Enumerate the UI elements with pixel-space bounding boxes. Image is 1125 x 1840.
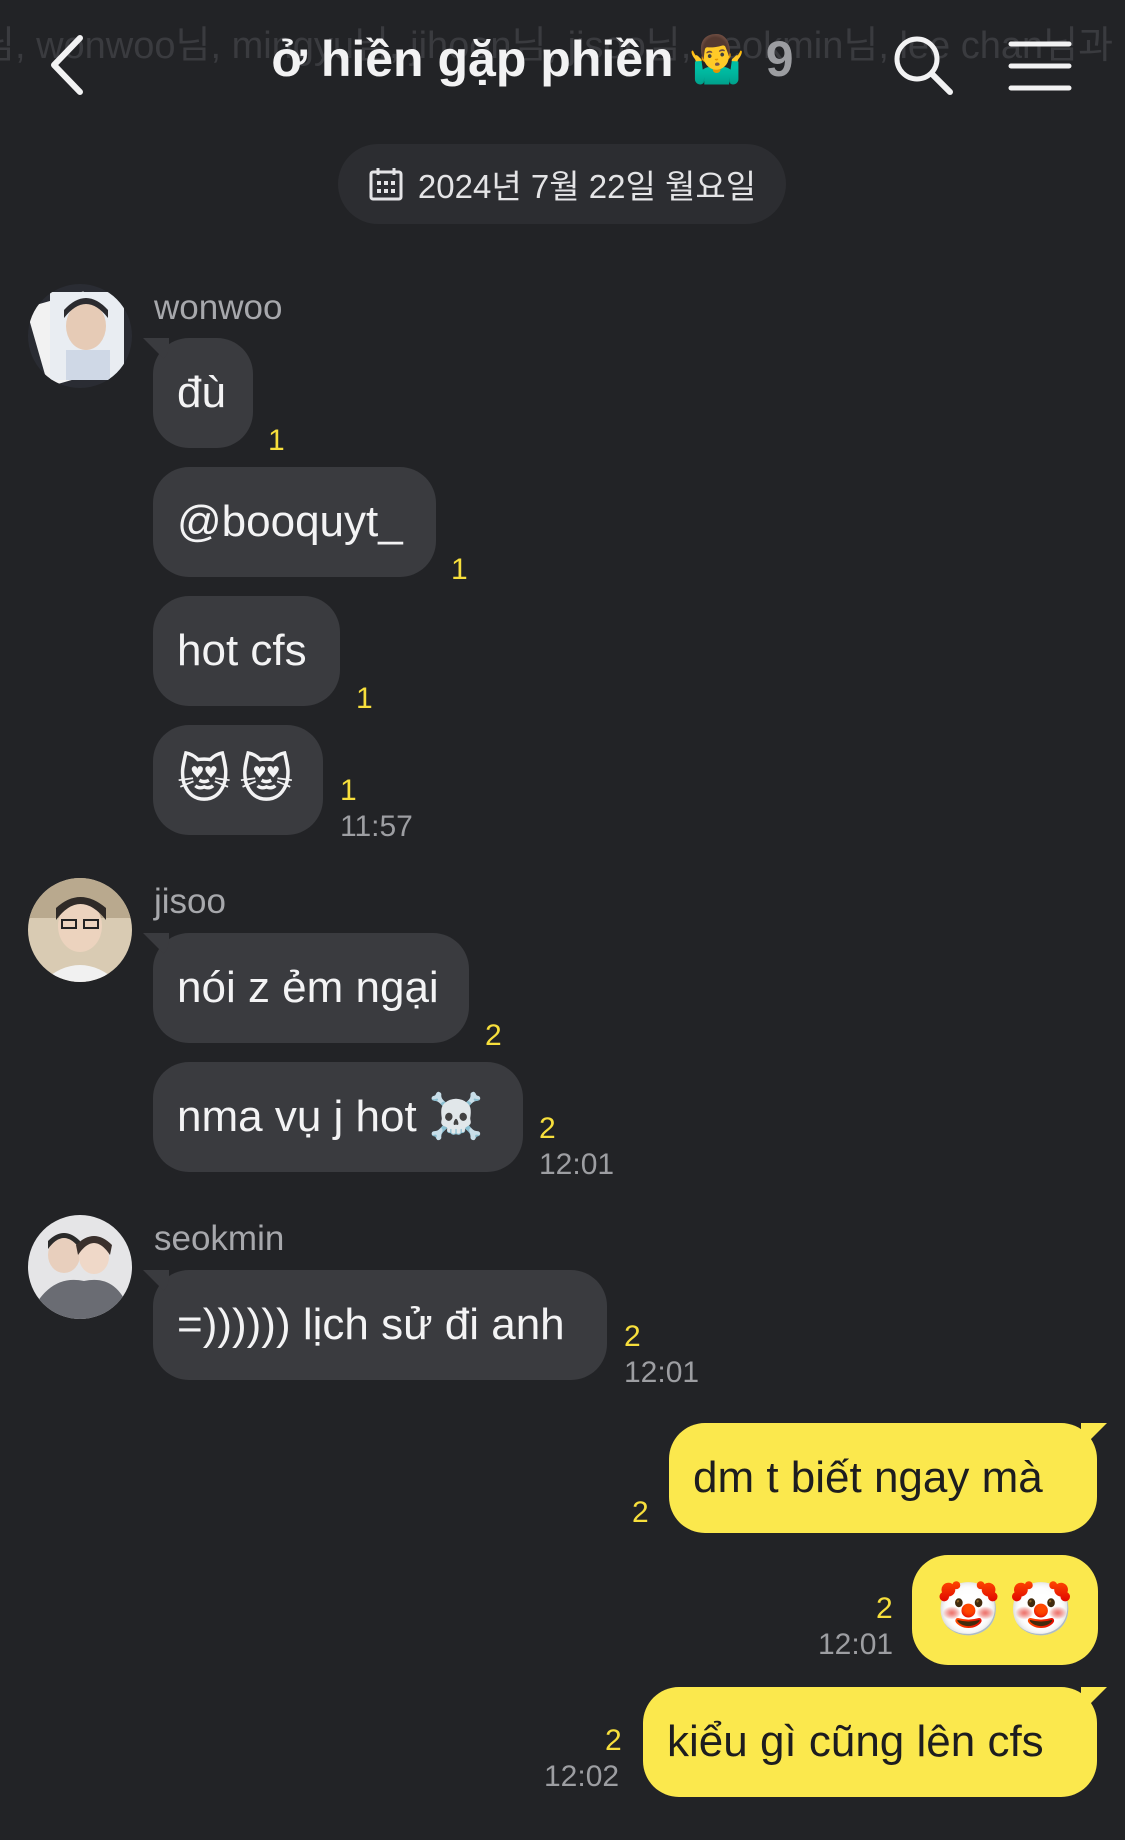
search-icon — [894, 36, 953, 95]
message-time: 12:01 — [624, 1356, 700, 1389]
date-divider: 2024년 7월 22일 월요일 — [338, 144, 786, 224]
my-message-bubble[interactable]: 🤡🤡 — [912, 1555, 1098, 1665]
unread-count: 1 — [451, 553, 468, 586]
my-message-bubble[interactable]: kiểu gì cũng lên cfs — [643, 1687, 1097, 1797]
message-bubble[interactable]: =)))))) lịch sử đi anh — [153, 1270, 607, 1380]
sender-name: jisoo — [154, 882, 226, 921]
unread-count: 2 — [632, 1496, 649, 1529]
unread-count: 2 — [539, 1112, 556, 1145]
message-bubble[interactable]: nói z ẻm ngại — [153, 933, 469, 1043]
sender-name: seokmin — [154, 1219, 285, 1258]
my-message-bubble[interactable]: dm t biết ngay mà — [669, 1423, 1097, 1533]
chevron-left-icon — [51, 35, 83, 95]
message-bubble[interactable]: nma vụ j hot ☠️ — [153, 1062, 523, 1172]
participants-list: 님, wonwoo님, mingyu님, jihoon님, jisoo님, se… — [0, 25, 1125, 67]
calendar-icon — [369, 168, 403, 201]
message-time: 11:57 — [340, 810, 413, 843]
unread-count: 2 — [624, 1320, 641, 1353]
date-text: 2024년 7월 22일 월요일 — [417, 168, 757, 205]
unread-count: 1 — [356, 682, 373, 715]
message-time: 12:02 — [544, 1760, 620, 1793]
sender-name: wonwoo — [154, 288, 283, 327]
message-bubble[interactable]: @booquyt_ — [153, 467, 436, 577]
message-bubble[interactable]: đù — [153, 338, 253, 448]
message-bubble[interactable]: hot cfs — [153, 596, 340, 706]
back-button[interactable] — [38, 30, 108, 100]
message-time: 12:01 — [539, 1148, 615, 1181]
unread-count: 1 — [268, 424, 285, 457]
unread-count: 1 — [340, 774, 357, 807]
search-button[interactable] — [890, 32, 956, 98]
unread-count: 2 — [605, 1724, 622, 1757]
avatar-seokmin[interactable] — [28, 1215, 132, 1319]
avatar-jisoo[interactable] — [28, 878, 132, 982]
chat-header: 님, wonwoo님, mingyu님, jihoon님, jisoo님, se… — [0, 0, 1125, 140]
message-time: 12:01 — [818, 1628, 894, 1661]
menu-button[interactable] — [1005, 36, 1075, 96]
hamburger-menu-icon — [1008, 41, 1072, 91]
unread-count: 2 — [876, 1592, 893, 1625]
avatar-wonwoo[interactable] — [28, 284, 132, 388]
unread-count: 2 — [485, 1019, 502, 1052]
message-bubble[interactable]: 😻😻 — [153, 725, 323, 835]
